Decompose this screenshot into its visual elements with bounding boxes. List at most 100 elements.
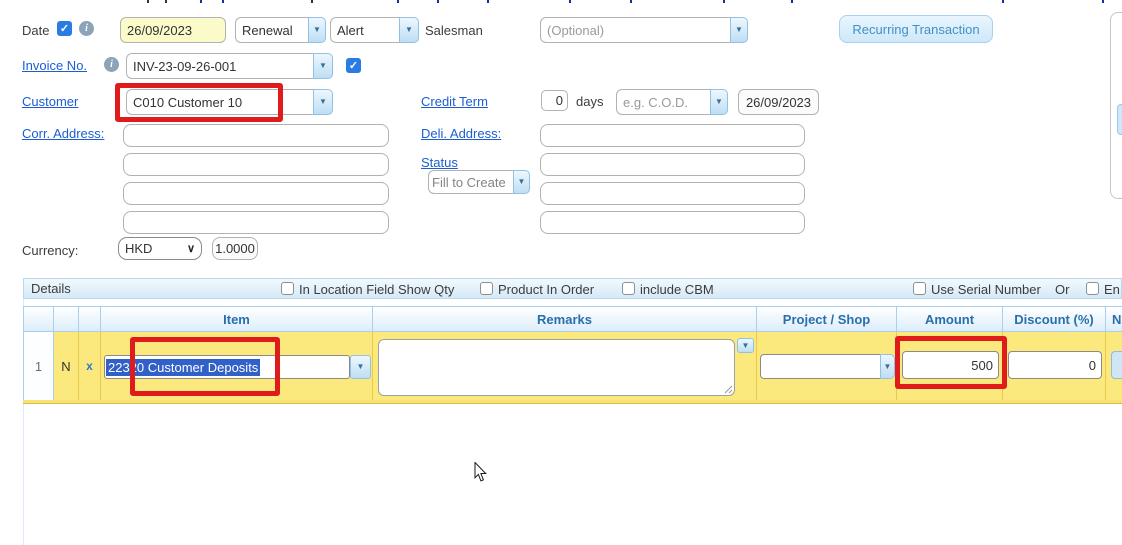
table-row: 1 N x 22320 Customer Deposits ▼ ▼ ▼ 500 …: [23, 332, 1122, 400]
row-next-cell-clipped: [1106, 332, 1122, 400]
row-discount-cell: 0: [1003, 332, 1106, 400]
line-items-header: Item Remarks Project / Shop Amount Disco…: [23, 306, 1122, 332]
renewal-dropdown-button[interactable]: ▼: [308, 17, 326, 43]
renewal-select[interactable]: Renewal: [235, 17, 308, 43]
salesman-label: Salesman: [425, 23, 483, 38]
chevron-down-icon: ▼: [405, 26, 413, 34]
customer-input[interactable]: C010 Customer 10: [126, 89, 313, 115]
in-location-show-qty-checkbox[interactable]: [281, 282, 294, 295]
corr-address-field-4[interactable]: [123, 211, 389, 234]
deli-address-link[interactable]: Deli. Address:: [421, 126, 501, 141]
currency-label: Currency:: [22, 243, 78, 258]
row-item-cell: 22320 Customer Deposits ▼: [101, 332, 373, 400]
corr-address-field-3[interactable]: [123, 182, 389, 205]
discount-input[interactable]: 0: [1008, 351, 1102, 379]
item-input[interactable]: 22320 Customer Deposits: [104, 355, 350, 379]
recurring-transaction-button[interactable]: Recurring Transaction: [839, 15, 993, 43]
item-selected-text: 22320 Customer Deposits: [106, 359, 260, 376]
next-field-clipped[interactable]: [1111, 351, 1122, 379]
deli-address-field-3[interactable]: [540, 182, 805, 205]
corr-address-field-2[interactable]: [123, 153, 389, 176]
row-project-cell: ▼: [757, 332, 897, 400]
chevron-down-icon: ▼: [357, 363, 365, 371]
project-shop-dropdown-button[interactable]: ▼: [880, 354, 895, 379]
toolbar-clipped-mark: [1002, 0, 1004, 3]
use-serial-number-checkbox[interactable]: [913, 282, 926, 295]
alert-select[interactable]: Alert: [330, 17, 399, 43]
product-in-order-checkbox[interactable]: [480, 282, 493, 295]
date-info-icon[interactable]: i: [79, 21, 94, 36]
mouse-cursor: [474, 462, 488, 483]
chevron-down-icon: ▼: [742, 342, 750, 350]
chevron-down-icon: ▼: [715, 98, 723, 106]
invoice-auto-checkbox[interactable]: ✓: [346, 58, 361, 73]
credit-term-select[interactable]: e.g. C.O.D.: [616, 89, 710, 115]
status-link[interactable]: Status: [421, 155, 458, 170]
customer-link[interactable]: Customer: [22, 94, 78, 109]
header-row-number: [24, 307, 54, 331]
toolbar-clipped-mark: [630, 0, 632, 3]
status-dropdown-button[interactable]: ▼: [513, 170, 530, 194]
invoice-info-icon[interactable]: i: [104, 57, 119, 72]
date-input[interactable]: 26/09/2023: [120, 17, 226, 43]
date-checkbox[interactable]: ✓: [57, 21, 72, 36]
chevron-down-icon: ▼: [518, 178, 526, 186]
invoice-no-input[interactable]: INV-23-09-26-001: [126, 53, 313, 79]
deli-address-field-1[interactable]: [540, 124, 805, 147]
customer-dropdown-button[interactable]: ▼: [313, 89, 333, 115]
header-delete: [79, 307, 101, 331]
project-shop-select[interactable]: [760, 354, 880, 379]
toolbar-clipped-mark: [437, 0, 439, 3]
header-next-clipped: N: [1106, 307, 1122, 331]
credit-term-days-input[interactable]: 0: [541, 90, 568, 111]
corr-address-field-1[interactable]: [123, 124, 389, 147]
use-serial-number-label: Use Serial Number: [931, 282, 1041, 297]
alert-dropdown-button[interactable]: ▼: [399, 17, 419, 43]
chevron-down-icon: ▼: [735, 26, 743, 34]
salesman-select[interactable]: (Optional): [540, 17, 730, 43]
product-in-order-label: Product In Order: [498, 282, 594, 297]
check-icon: ✓: [349, 59, 358, 72]
invoice-no-link[interactable]: Invoice No.: [22, 58, 87, 73]
or-label: Or: [1055, 282, 1069, 297]
deli-address-field-2[interactable]: [540, 153, 805, 176]
header-project-shop: Project / Shop: [757, 307, 897, 331]
toolbar-clipped-mark: [147, 0, 149, 3]
header-amount: Amount: [897, 307, 1003, 331]
toolbar-clipped-mark: [311, 0, 313, 3]
remarks-dropdown-button[interactable]: ▼: [737, 338, 754, 353]
currency-select[interactable]: HKD ∨: [118, 237, 202, 260]
row-delete-cell: x: [79, 332, 101, 400]
header-remarks: Remarks: [373, 307, 757, 331]
enable-checkbox[interactable]: [1086, 282, 1099, 295]
invoice-entry-screen: Date ✓ i 26/09/2023 Renewal ▼ Alert ▼ Sa…: [0, 0, 1122, 545]
corr-address-link[interactable]: Corr. Address:: [22, 126, 104, 141]
include-cbm-label: include CBM: [640, 282, 714, 297]
toolbar-clipped-mark: [1102, 0, 1104, 3]
chevron-down-icon: ▼: [319, 62, 327, 70]
due-date-input[interactable]: 26/09/2023: [738, 89, 819, 115]
include-cbm-checkbox[interactable]: [622, 282, 635, 295]
amount-input[interactable]: 500: [902, 351, 999, 379]
row-remarks-cell: ▼: [373, 332, 757, 400]
credit-term-dropdown-button[interactable]: ▼: [710, 89, 728, 115]
deli-address-field-4[interactable]: [540, 211, 805, 234]
resize-handle-icon[interactable]: [724, 385, 733, 394]
status-select[interactable]: Fill to Create: [428, 170, 513, 194]
exchange-rate-input[interactable]: 1.0000: [212, 237, 258, 260]
clipped-right-panel-button[interactable]: [1117, 104, 1122, 135]
invoice-dropdown-button[interactable]: ▼: [313, 53, 333, 79]
credit-term-link[interactable]: Credit Term: [421, 94, 488, 109]
in-location-show-qty-label: In Location Field Show Qty: [299, 282, 454, 297]
remarks-textarea[interactable]: [378, 339, 735, 396]
date-label: Date: [22, 23, 49, 38]
item-dropdown-button[interactable]: ▼: [350, 355, 371, 379]
toolbar-clipped-mark: [723, 0, 725, 3]
toolbar-clipped-mark: [791, 0, 793, 3]
delete-row-icon[interactable]: x: [86, 359, 93, 373]
details-title: Details: [24, 281, 71, 296]
chevron-down-icon: ▼: [313, 26, 321, 34]
toolbar-clipped-mark: [165, 0, 167, 3]
salesman-dropdown-button[interactable]: ▼: [730, 17, 748, 43]
row-bottom-border: [23, 400, 1122, 404]
